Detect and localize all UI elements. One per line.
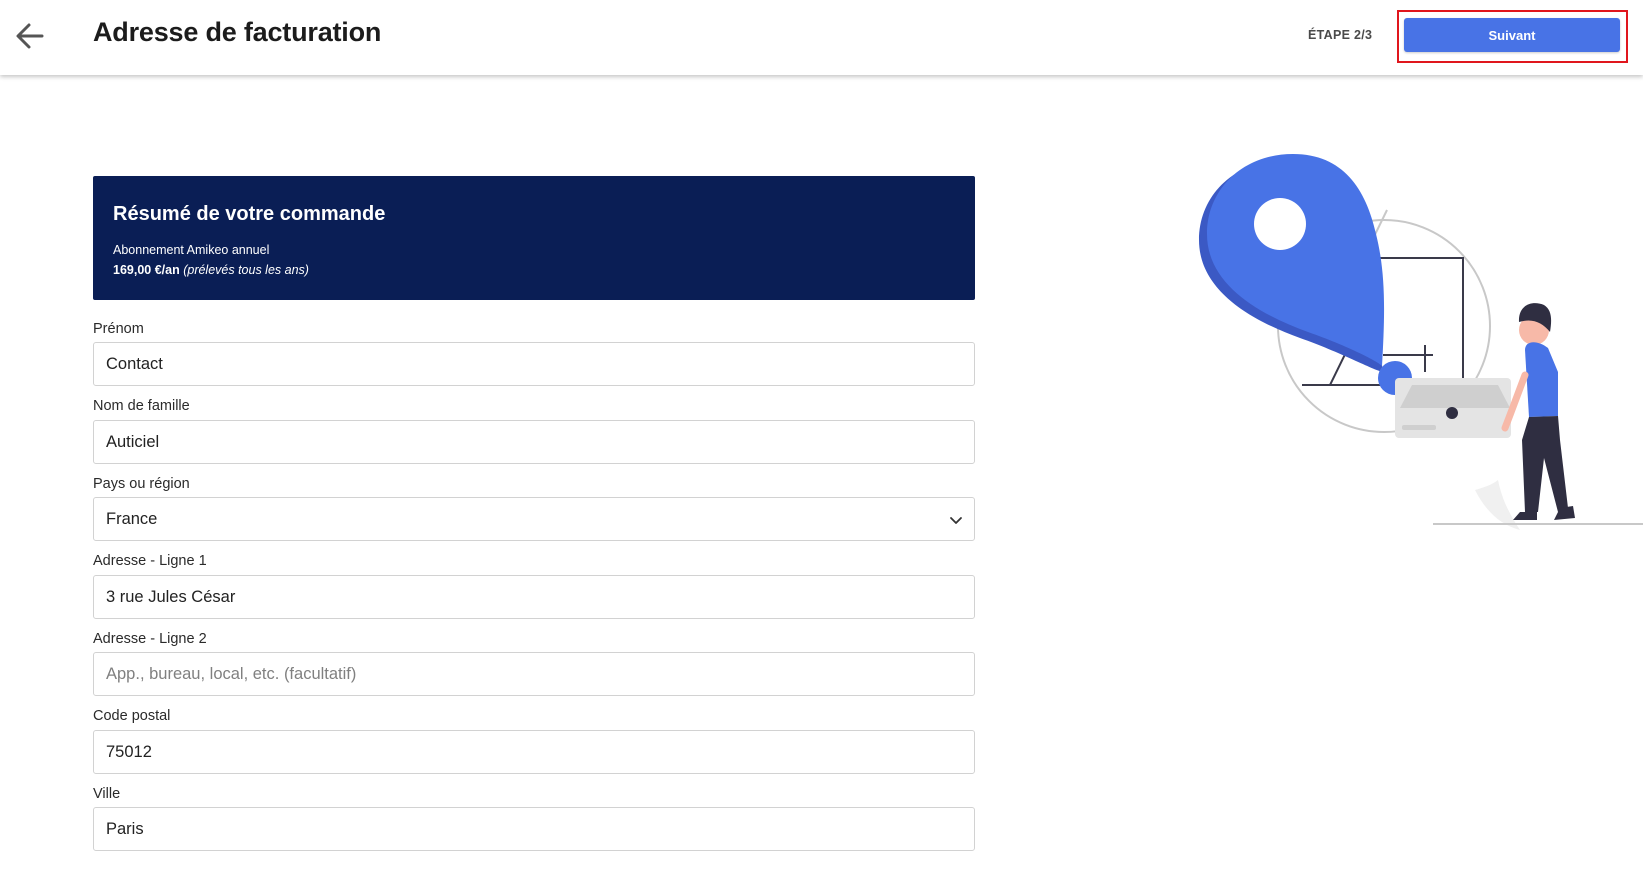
chevron-down-icon <box>950 517 962 524</box>
last-name-label: Nom de famille <box>93 398 190 414</box>
country-select[interactable]: France <box>93 497 975 541</box>
postal-code-label: Code postal <box>93 708 171 724</box>
country-label: Pays ou région <box>93 476 190 492</box>
first-name-label: Prénom <box>93 321 144 337</box>
page-title: Adresse de facturation <box>93 17 382 47</box>
address1-label: Adresse - Ligne 1 <box>93 553 207 569</box>
summary-title: Résumé de votre commande <box>113 203 386 225</box>
address2-field[interactable] <box>93 652 975 696</box>
address2-label: Adresse - Ligne 2 <box>93 631 207 647</box>
summary-price-line: 169,00 €/an (prélevés tous les ans) <box>113 263 309 277</box>
back-button[interactable] <box>10 16 50 56</box>
last-name-field[interactable] <box>93 420 975 464</box>
city-label: Ville <box>93 786 121 802</box>
postal-code-field[interactable] <box>93 730 975 774</box>
summary-product: Abonnement Amikeo annuel <box>113 243 270 257</box>
top-bar: Adresse de facturation ÉTAPE 2/3 Suivant <box>0 0 1643 75</box>
country-select-value: France <box>106 510 158 528</box>
city-field[interactable] <box>93 807 975 851</box>
order-summary: Résumé de votre commande Abonnement Amik… <box>93 176 975 300</box>
summary-billing-note: (prélevés tous les ans) <box>183 263 309 277</box>
next-button[interactable]: Suivant <box>1404 18 1620 52</box>
arrow-left-icon <box>16 23 44 49</box>
location-illustration <box>1199 154 1643 530</box>
summary-price: 169,00 €/an <box>113 263 180 277</box>
address1-field[interactable] <box>93 575 975 619</box>
step-indicator: ÉTAPE 2/3 <box>1308 28 1373 42</box>
first-name-field[interactable] <box>93 342 975 386</box>
